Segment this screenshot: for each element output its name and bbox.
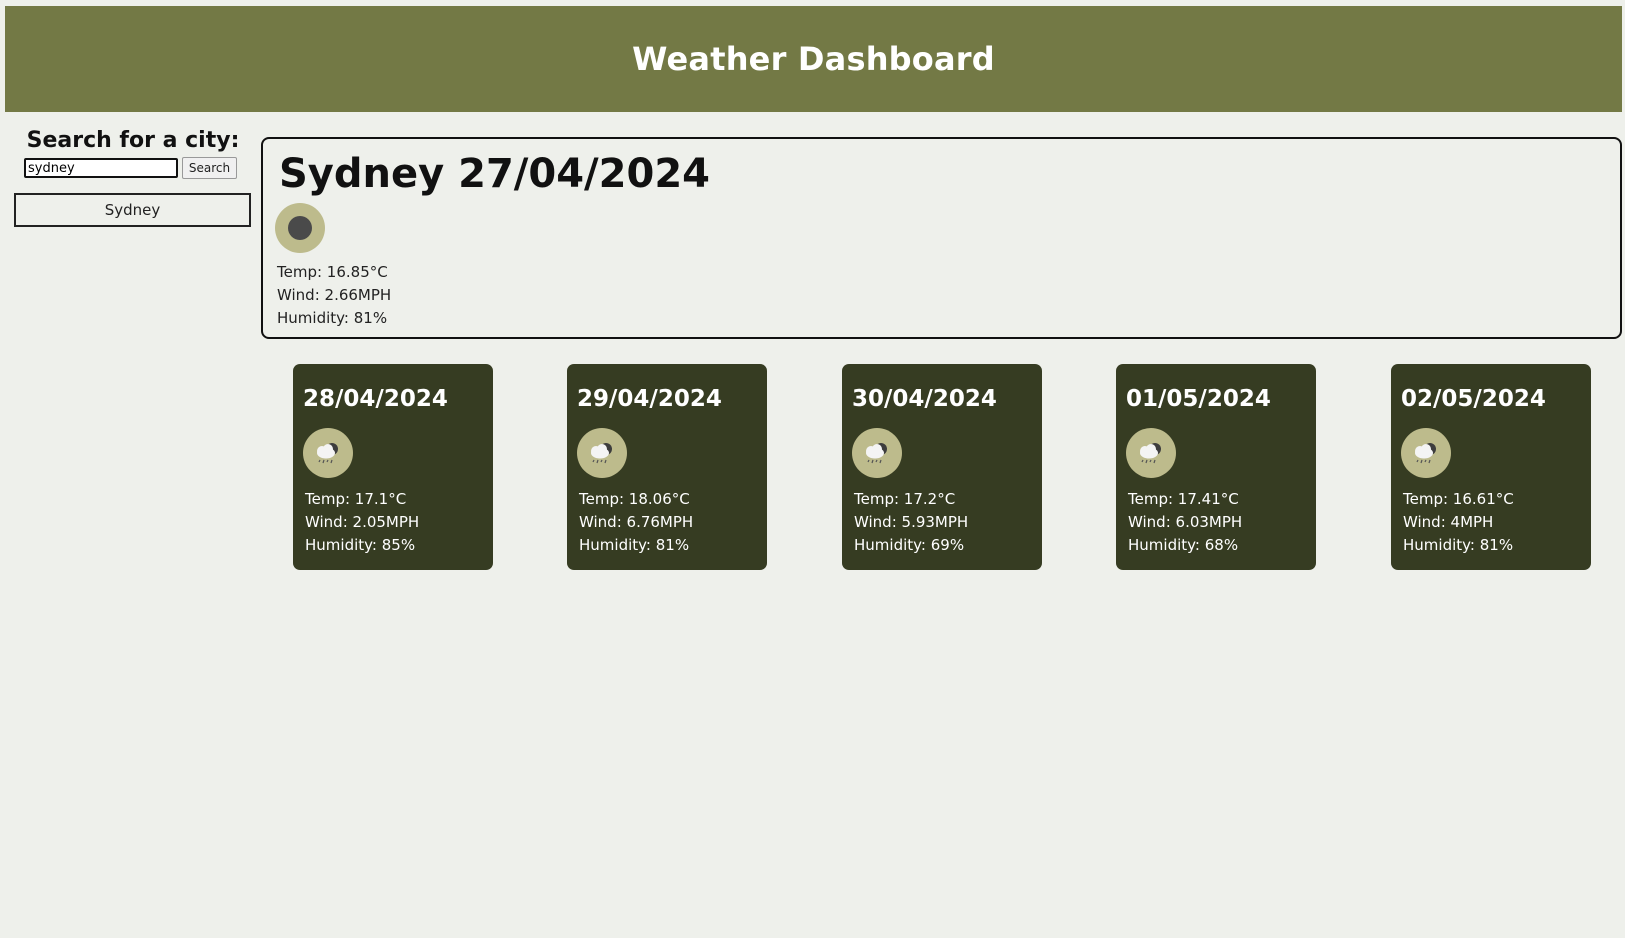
forecast-temp: Temp: 17.41°C [1128, 490, 1239, 508]
forecast-date: 01/05/2024 [1126, 386, 1271, 412]
forecast-card: 02/05/2024 Temp: 16.61°C Wind: 4MPH Humi… [1391, 364, 1591, 570]
current-weather-panel: Sydney 27/04/2024 Temp: 16.85°C Wind: 2.… [261, 137, 1622, 339]
forecast-date: 28/04/2024 [303, 386, 448, 412]
weather-dashboard-page: Weather Dashboard Search for a city: Sea… [0, 0, 1625, 938]
forecast-card: 30/04/2024 Temp: 17.2°C Wind: 5.93MPH Hu… [842, 364, 1042, 570]
rain-cloud-night-icon [577, 428, 627, 478]
search-row: Search [14, 157, 252, 179]
forecast-wind: Wind: 4MPH [1403, 513, 1494, 531]
search-title: Search for a city: [26, 128, 240, 153]
current-temp: Temp: 16.85°C [277, 263, 388, 281]
forecast-temp: Temp: 18.06°C [579, 490, 690, 508]
moon-clear-icon [275, 203, 325, 253]
five-day-forecast: 28/04/2024 Temp: 17.1°C Wind: 2.05MPH Hu… [293, 364, 1593, 570]
forecast-card: 29/04/2024 Temp: 18.06°C Wind: 6.76MPH H… [567, 364, 767, 570]
current-humidity: Humidity: 81% [277, 309, 388, 327]
forecast-humidity: Humidity: 69% [854, 536, 965, 554]
forecast-wind: Wind: 5.93MPH [854, 513, 969, 531]
forecast-stats: Temp: 17.41°C Wind: 6.03MPH Humidity: 68… [1128, 488, 1306, 557]
forecast-temp: Temp: 17.1°C [305, 490, 407, 508]
search-button[interactable]: Search [182, 157, 237, 179]
rain-cloud-night-icon [1401, 428, 1451, 478]
forecast-temp: Temp: 16.61°C [1403, 490, 1514, 508]
forecast-wind: Wind: 2.05MPH [305, 513, 420, 531]
city-search-input[interactable] [24, 158, 178, 178]
page-title: Weather Dashboard [632, 40, 995, 78]
current-wind: Wind: 2.66MPH [277, 286, 392, 304]
forecast-stats: Temp: 18.06°C Wind: 6.76MPH Humidity: 81… [579, 488, 757, 557]
header-bar: Weather Dashboard [5, 6, 1622, 112]
forecast-humidity: Humidity: 68% [1128, 536, 1239, 554]
forecast-stats: Temp: 17.2°C Wind: 5.93MPH Humidity: 69% [854, 488, 1032, 557]
forecast-date: 02/05/2024 [1401, 386, 1546, 412]
forecast-wind: Wind: 6.76MPH [579, 513, 694, 531]
forecast-wind: Wind: 6.03MPH [1128, 513, 1243, 531]
rain-cloud-night-icon [852, 428, 902, 478]
forecast-humidity: Humidity: 81% [1403, 536, 1514, 554]
search-sidebar: Search for a city: Search Sydney [14, 128, 252, 227]
forecast-date: 30/04/2024 [852, 386, 997, 412]
forecast-temp: Temp: 17.2°C [854, 490, 956, 508]
current-stats: Temp: 16.85°C Wind: 2.66MPH Humidity: 81… [277, 261, 1608, 330]
forecast-card: 28/04/2024 Temp: 17.1°C Wind: 2.05MPH Hu… [293, 364, 493, 570]
forecast-humidity: Humidity: 81% [579, 536, 690, 554]
search-history-list: Sydney [14, 193, 252, 227]
history-item-sydney[interactable]: Sydney [14, 193, 251, 227]
rain-cloud-night-icon [303, 428, 353, 478]
rain-cloud-night-icon [1126, 428, 1176, 478]
forecast-stats: Temp: 16.61°C Wind: 4MPH Humidity: 81% [1403, 488, 1581, 557]
forecast-date: 29/04/2024 [577, 386, 722, 412]
current-city-date: Sydney 27/04/2024 [279, 151, 710, 197]
forecast-stats: Temp: 17.1°C Wind: 2.05MPH Humidity: 85% [305, 488, 483, 557]
forecast-card: 01/05/2024 Temp: 17.41°C Wind: 6.03MPH H… [1116, 364, 1316, 570]
forecast-humidity: Humidity: 85% [305, 536, 416, 554]
